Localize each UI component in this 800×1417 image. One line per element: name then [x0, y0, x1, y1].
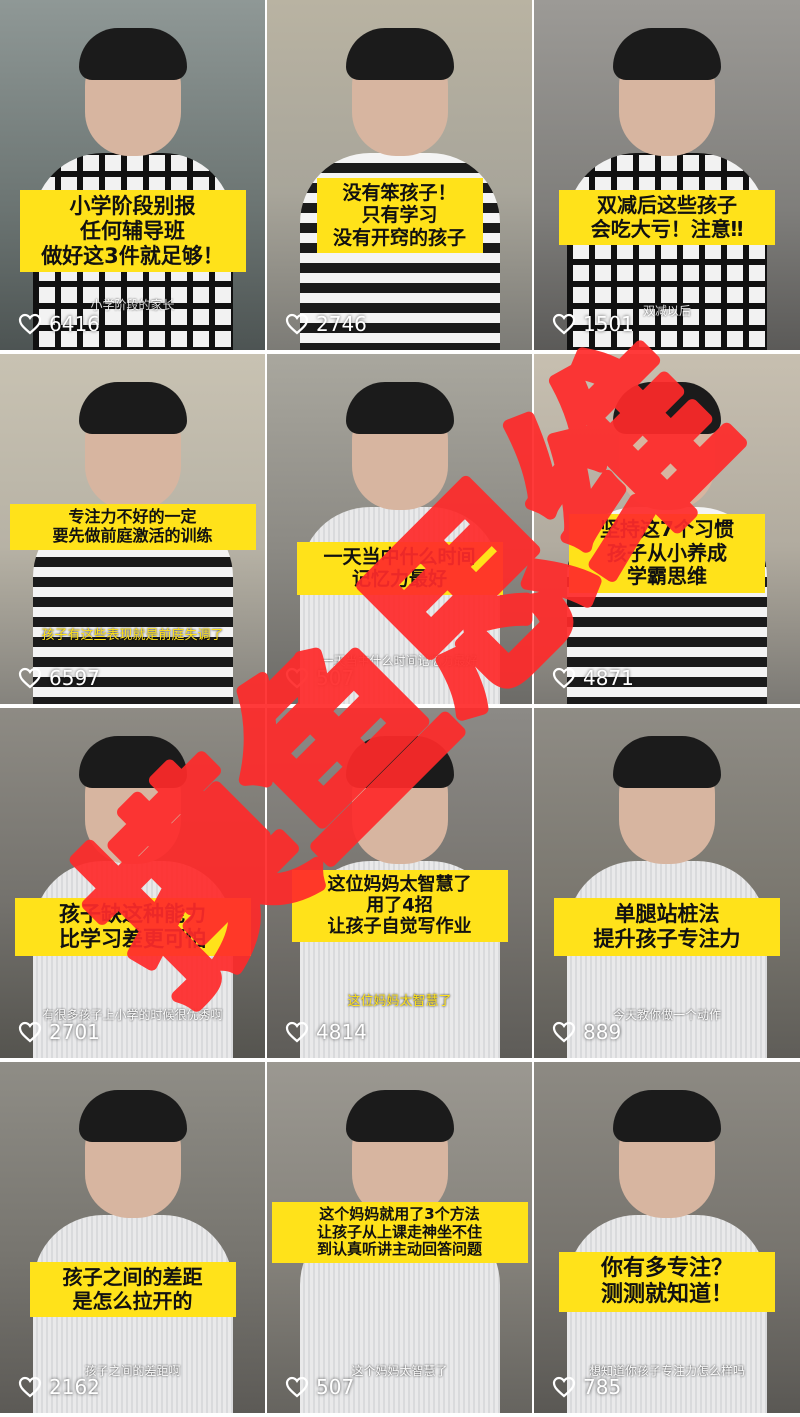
video-tile[interactable]: 这个妈妈就用了3个方法 让孩子从上课走神坐不住 到认真听讲主动回答问题 这个妈妈… [267, 1062, 532, 1413]
heart-outline-icon [18, 313, 42, 335]
like-count: 2746 [285, 312, 367, 336]
heart-outline-icon [18, 1021, 42, 1043]
like-count-value: 507 [316, 1375, 355, 1399]
like-count: 6416 [18, 312, 100, 336]
video-caption: 这位妈妈太智慧了 用了4招 让孩子自觉写作业 [291, 870, 508, 942]
like-count-value: 4871 [583, 666, 634, 690]
video-tile[interactable]: 孩子之间的差距 是怎么拉开的 孩子之间的差距啊 2162 [0, 1062, 265, 1413]
video-caption: 这个妈妈就用了3个方法 让孩子从上课走神坐不住 到认真听讲主动回答问题 [271, 1202, 528, 1264]
video-tile[interactable]: 孩子缺这种能力 比学习差更可怕 有很多孩子上小学的时候很优秀啊 2701 [0, 708, 265, 1058]
heart-outline-icon [285, 313, 309, 335]
like-count-value: 4814 [316, 1020, 367, 1044]
presenter-figure [299, 382, 500, 704]
video-caption: 没有笨孩子！ 只有学习 没有开窍的孩子 [316, 178, 483, 254]
video-subtitle: 这位妈妈太智慧了 [347, 994, 452, 1009]
video-subtitle: 孩子有这些表现就是前庭失调了 [41, 628, 224, 643]
like-count: 4814 [285, 1020, 367, 1044]
video-tile[interactable]: 专注力不好的一定 要先做前庭激活的训练 孩子有这些表现就是前庭失调了 6597 [0, 354, 265, 704]
like-count-value: 6597 [49, 666, 100, 690]
video-tile[interactable]: 单腿站桩法 提升孩子专注力 今天教你做一个动作 889 [534, 708, 800, 1058]
presenter-figure [32, 736, 233, 1058]
heart-outline-icon [285, 667, 309, 689]
like-count-value: 889 [583, 1020, 622, 1044]
presenter-figure [567, 1090, 767, 1413]
like-count: 6597 [18, 666, 100, 690]
like-count: 1501 [552, 312, 634, 336]
heart-outline-icon [18, 1376, 42, 1398]
video-tile[interactable]: 一天当中什么时间 记忆力最好 一天当中什么时间记忆力最好 507 [267, 354, 532, 704]
heart-outline-icon [18, 667, 42, 689]
like-count-value: 2162 [49, 1375, 100, 1399]
video-caption: 你有多专注？ 测测就知道！ [559, 1252, 775, 1312]
video-tile[interactable]: 你有多专注？ 测测就知道！ 想知道你孩子专注力怎么样吗 785 [534, 1062, 800, 1413]
like-count: 785 [552, 1375, 621, 1399]
video-grid: 小学阶段别报 任何辅导班 做好这3件就足够！ 小学阶段的家长 6416 没有笨孩… [0, 0, 800, 1417]
video-subtitle: 小学阶段的家长 [90, 298, 175, 312]
heart-outline-icon [552, 1376, 576, 1398]
video-caption: 双减后这些孩子 会吃大亏！注意‼ [559, 190, 775, 246]
heart-outline-icon [285, 1021, 309, 1043]
video-caption: 孩子缺这种能力 比学习差更可怕 [14, 898, 251, 956]
presenter-figure [32, 1090, 233, 1413]
like-count: 4871 [552, 666, 634, 690]
like-count-value: 507 [316, 666, 355, 690]
heart-outline-icon [552, 667, 576, 689]
like-count-value: 1501 [583, 312, 634, 336]
like-count: 2701 [18, 1020, 100, 1044]
like-count-value: 2746 [316, 312, 367, 336]
video-caption: 单腿站桩法 提升孩子专注力 [554, 898, 780, 956]
like-count: 889 [552, 1020, 621, 1044]
video-tile[interactable]: 没有笨孩子！ 只有学习 没有开窍的孩子 2746 [267, 0, 532, 350]
video-caption: 小学阶段别报 任何辅导班 做好这3件就足够！ [19, 190, 246, 273]
heart-outline-icon [552, 1021, 576, 1043]
video-caption: 专注力不好的一定 要先做前庭激活的训练 [9, 504, 256, 550]
video-tile[interactable]: 小学阶段别报 任何辅导班 做好这3件就足够！ 小学阶段的家长 6416 [0, 0, 265, 350]
like-count-value: 6416 [49, 312, 100, 336]
video-caption: 坚持这7个习惯 孩子从小养成 学霸思维 [569, 514, 765, 593]
like-count-value: 2701 [49, 1020, 100, 1044]
like-count: 2162 [18, 1375, 100, 1399]
video-caption: 孩子之间的差距 是怎么拉开的 [29, 1262, 236, 1318]
like-count-value: 785 [583, 1375, 622, 1399]
heart-outline-icon [552, 313, 576, 335]
like-count: 507 [285, 666, 354, 690]
video-tile[interactable]: 双减后这些孩子 会吃大亏！注意‼ 双减以后 1501 [534, 0, 800, 350]
presenter-figure [567, 736, 767, 1058]
presenter-figure [32, 28, 233, 350]
presenter-figure [567, 28, 767, 350]
video-caption: 一天当中什么时间 记忆力最好 [296, 542, 503, 595]
video-tile[interactable]: 这位妈妈太智慧了 用了4招 让孩子自觉写作业 这位妈妈太智慧了 4814 [267, 708, 532, 1058]
heart-outline-icon [285, 1376, 309, 1398]
like-count: 507 [285, 1375, 354, 1399]
video-tile[interactable]: 坚持这7个习惯 孩子从小养成 学霸思维 4871 [534, 354, 800, 704]
